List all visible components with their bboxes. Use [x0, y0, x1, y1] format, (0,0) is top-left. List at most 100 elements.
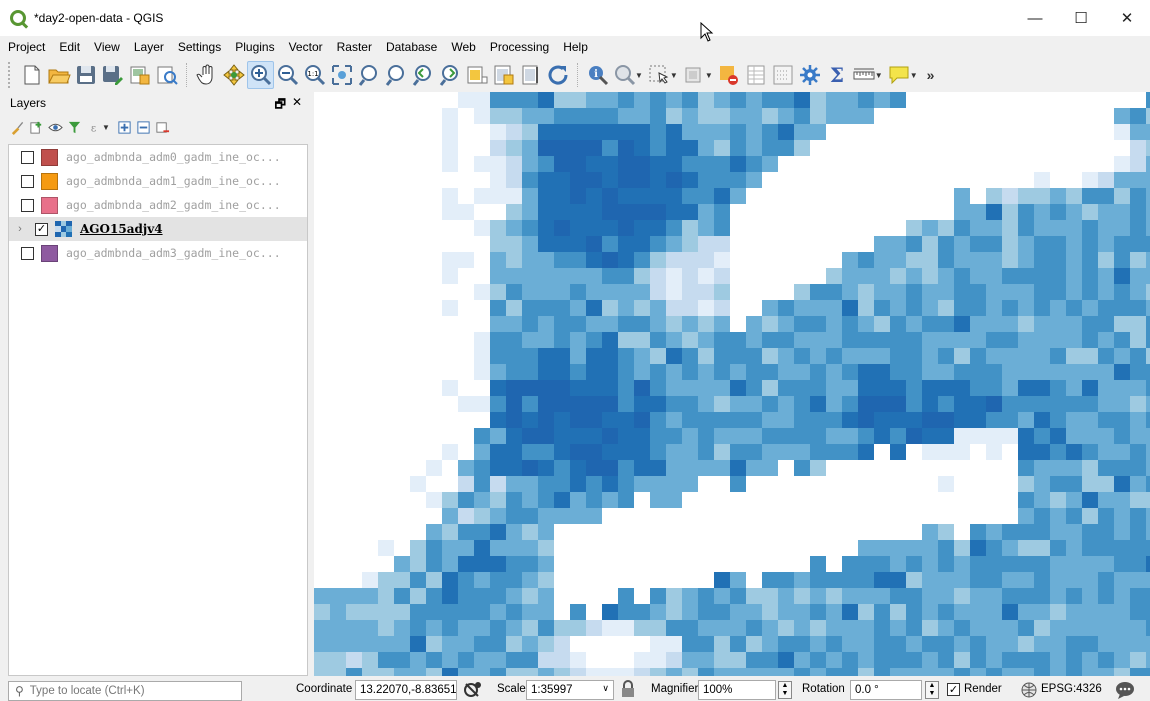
menu-vector[interactable]: Vector — [289, 40, 323, 54]
layer-row[interactable]: › ✓ AGO15adjv4 — [9, 217, 307, 241]
new-map-view-icon[interactable] — [463, 61, 490, 89]
expand-arrow-icon[interactable]: › — [13, 223, 27, 235]
layers-panel-toolbar: ε ▼ — [0, 114, 310, 140]
pan-to-selection-icon[interactable] — [220, 61, 247, 89]
title-bar: *day2-open-data - QGIS — ☐ ✕ — [0, 0, 1150, 42]
raster-layer-icon — [55, 220, 72, 238]
render-checkbox[interactable]: ✓ — [947, 683, 960, 696]
layer-visibility-checkbox[interactable] — [21, 174, 34, 188]
toggle-extents-icon[interactable] — [463, 680, 483, 700]
refresh-icon[interactable] — [544, 61, 571, 89]
manage-visibility-icon[interactable] — [48, 120, 63, 135]
magnifier-field[interactable]: 100% — [698, 680, 776, 700]
layers-panel-title: Layers — [10, 96, 47, 110]
remove-layer-icon[interactable] — [155, 120, 170, 135]
globe-icon[interactable] — [1020, 681, 1038, 699]
zoom-in-icon[interactable] — [247, 61, 274, 89]
menu-database[interactable]: Database — [386, 40, 437, 54]
layers-panel: Layers 🗗 ✕ ε ▼ ago_admbnda_adm0_gadm_ine… — [0, 92, 310, 676]
close-panel-button[interactable]: ✕ — [292, 95, 302, 116]
zoom-out-icon[interactable] — [274, 61, 301, 89]
menu-help[interactable]: Help — [563, 40, 588, 54]
menu-raster[interactable]: Raster — [337, 40, 372, 54]
statistical-summary-icon[interactable]: Σ — [824, 61, 851, 89]
save-project-icon[interactable] — [72, 61, 99, 89]
layer-row[interactable]: ago_admbnda_adm2_gadm_ine_oc... — [9, 193, 307, 217]
measure-line-icon[interactable] — [851, 61, 878, 89]
layout-manager-icon[interactable] — [153, 61, 180, 89]
svg-text:Σ: Σ — [830, 63, 844, 87]
close-button[interactable]: ✕ — [1104, 0, 1150, 36]
layer-name: ago_admbnda_adm0_gadm_ine_oc... — [66, 150, 281, 164]
lock-scale-icon[interactable] — [620, 680, 636, 698]
crs-label[interactable]: EPSG:4326 — [1041, 683, 1102, 695]
layer-name: ago_admbnda_adm2_gadm_ine_oc... — [66, 198, 281, 212]
new-project-icon[interactable] — [18, 61, 45, 89]
menu-layer[interactable]: Layer — [134, 40, 164, 54]
zoom-native-icon[interactable]: 1:1 — [301, 61, 328, 89]
add-group-icon[interactable] — [29, 120, 44, 135]
show-bookmarks-icon[interactable] — [716, 61, 743, 89]
menu-edit[interactable]: Edit — [59, 40, 80, 54]
filter-legend-icon[interactable] — [67, 120, 82, 135]
annotation-icon[interactable] — [886, 61, 913, 89]
pan-icon[interactable] — [193, 61, 220, 89]
new-3d-map-view-icon[interactable] — [490, 61, 517, 89]
zoom-next-icon[interactable] — [436, 61, 463, 89]
measure-icon[interactable] — [611, 61, 638, 89]
coordinate-field[interactable]: 13.22070,-8.83651 — [355, 680, 457, 700]
layer-row[interactable]: ago_admbnda_adm3_gadm_ine_oc... — [9, 241, 307, 265]
temporal-controller-icon[interactable] — [517, 61, 544, 89]
qgis-window: *day2-open-data - QGIS — ☐ ✕ Project Edi… — [0, 0, 1150, 701]
menu-bar: Project Edit View Layer Settings Plugins… — [0, 36, 1150, 58]
menu-settings[interactable]: Settings — [178, 40, 221, 54]
deselect-icon[interactable] — [681, 61, 708, 89]
toolbar-overflow-button[interactable]: » — [927, 67, 935, 83]
layer-visibility-checkbox[interactable]: ✓ — [35, 222, 48, 236]
render-label: Render — [964, 683, 1002, 695]
processing-toolbox-icon[interactable] — [797, 61, 824, 89]
messages-icon[interactable] — [1114, 680, 1136, 700]
map-canvas[interactable] — [314, 92, 1150, 676]
expand-all-icon[interactable] — [117, 120, 132, 135]
menu-project[interactable]: Project — [8, 40, 45, 54]
layer-visibility-checkbox[interactable] — [21, 150, 34, 164]
zoom-last-icon[interactable] — [409, 61, 436, 89]
layer-row[interactable]: ago_admbnda_adm0_gadm_ine_oc... — [9, 145, 307, 169]
menu-processing[interactable]: Processing — [490, 40, 549, 54]
scale-combobox[interactable]: 1:35997 ∨ — [526, 680, 614, 700]
float-panel-button[interactable]: 🗗 — [275, 95, 286, 116]
layer-visibility-checkbox[interactable] — [21, 246, 34, 260]
dropdown-arrow-icon[interactable]: ▼ — [102, 123, 110, 132]
layer-symbol-swatch — [41, 172, 58, 190]
rotation-spinner[interactable]: ▲ ▼ — [925, 681, 939, 699]
layer-symbol-swatch — [41, 244, 58, 262]
minimize-button[interactable]: — — [1012, 0, 1058, 36]
collapse-all-icon[interactable] — [136, 120, 151, 135]
zoom-to-layer-icon[interactable] — [382, 61, 409, 89]
maximize-button[interactable]: ☐ — [1058, 0, 1104, 36]
open-layer-styling-icon[interactable] — [10, 120, 25, 135]
magnifier-spinner[interactable]: ▲ ▼ — [778, 681, 792, 699]
rotation-value: 0.0 ° — [855, 684, 879, 696]
search-icon: ⚲ — [15, 684, 24, 698]
field-calculator-icon[interactable] — [770, 61, 797, 89]
select-features-icon[interactable] — [646, 61, 673, 89]
identify-icon[interactable]: i — [584, 61, 611, 89]
menu-view[interactable]: View — [94, 40, 120, 54]
new-print-layout-icon[interactable] — [126, 61, 153, 89]
menu-plugins[interactable]: Plugins — [235, 40, 274, 54]
save-as-icon[interactable] — [99, 61, 126, 89]
open-project-icon[interactable] — [45, 61, 72, 89]
filter-by-expression-icon[interactable]: ε — [86, 120, 101, 135]
rotation-field[interactable]: 0.0 ° — [850, 680, 922, 700]
toolbar-grip[interactable] — [8, 62, 12, 88]
zoom-full-icon[interactable] — [328, 61, 355, 89]
locator-search-input[interactable]: ⚲ Type to locate (Ctrl+K) — [8, 681, 242, 701]
zoom-to-selection-icon[interactable] — [355, 61, 382, 89]
layer-visibility-checkbox[interactable] — [21, 198, 34, 212]
attribute-table-icon[interactable] — [743, 61, 770, 89]
layer-row[interactable]: ago_admbnda_adm1_gadm_ine_oc... — [9, 169, 307, 193]
menu-web[interactable]: Web — [451, 40, 475, 54]
rotation-label: Rotation — [802, 683, 845, 695]
